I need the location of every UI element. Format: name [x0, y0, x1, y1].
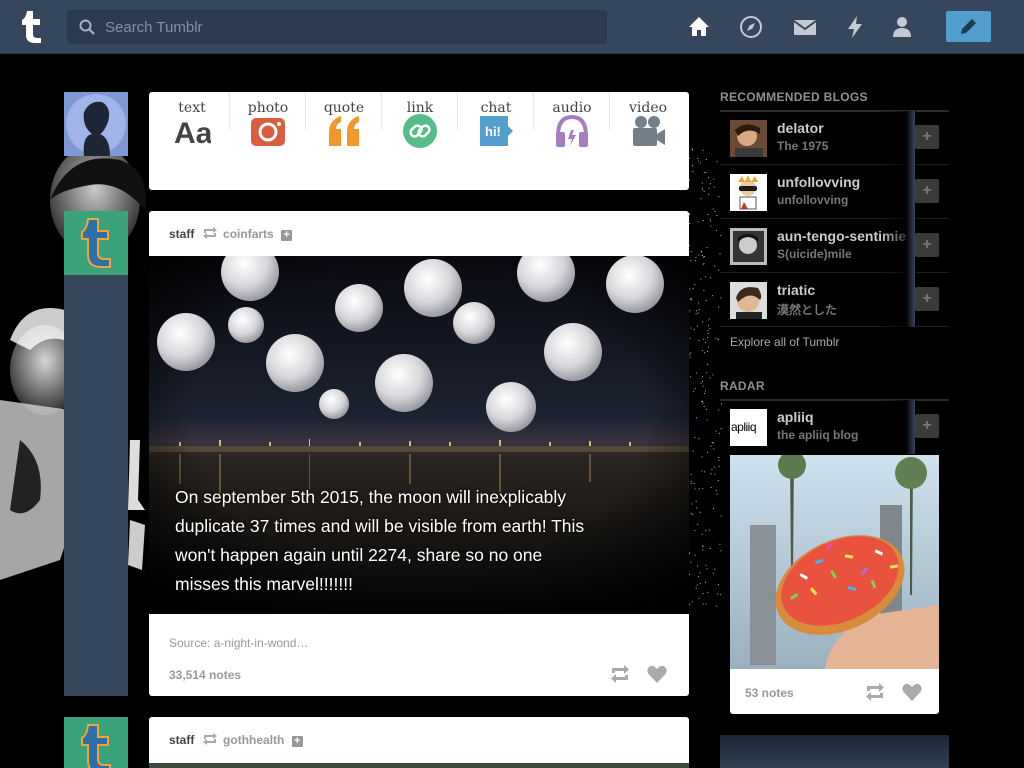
- post-photo[interactable]: On september 5th 2015, the moon will ine…: [149, 256, 689, 614]
- radar-notes-count[interactable]: 53 notes: [745, 686, 794, 700]
- post-author-link[interactable]: staff: [169, 733, 194, 747]
- reblogged-from-link[interactable]: gothhealth: [223, 733, 284, 747]
- post-text-button[interactable]: text Aa: [154, 92, 230, 190]
- recommended-blogs-heading: RECOMMENDED BLOGS: [720, 90, 949, 112]
- radar-avatar-text: apliiq: [731, 420, 757, 434]
- post-photo[interactable]: [149, 763, 689, 768]
- post-header: staff coinfarts +: [169, 227, 293, 243]
- reblogged-from-link[interactable]: coinfarts: [223, 227, 274, 241]
- post-source-link[interactable]: Source: a-night-in-wond…: [169, 636, 308, 650]
- reblog-small-icon: [202, 227, 217, 239]
- recommended-blog-item[interactable]: unfollovving unfollovving +: [720, 165, 949, 219]
- dashboard-post: staff coinfarts + On september 5th 2015,…: [149, 211, 689, 696]
- post-video-button[interactable]: video: [610, 92, 686, 190]
- post-author-link[interactable]: staff: [169, 227, 194, 241]
- radar-blog-item[interactable]: apliiq apliiq the apliiq blog +: [720, 400, 949, 454]
- like-heart-icon[interactable]: [901, 681, 923, 703]
- search-box[interactable]: [67, 10, 607, 44]
- search-input[interactable]: [105, 10, 595, 44]
- post-link-button[interactable]: link: [382, 92, 458, 190]
- post-chat-button[interactable]: chat hi!: [458, 92, 534, 190]
- inbox-icon[interactable]: [792, 14, 818, 40]
- starfield-decoration: [686, 148, 722, 608]
- user-avatar[interactable]: [64, 92, 128, 156]
- post-caption: On september 5th 2015, the moon will ine…: [175, 487, 585, 594]
- recommended-blog-item[interactable]: delator The 1975 +: [720, 111, 949, 165]
- follow-button[interactable]: +: [915, 179, 939, 203]
- pencil-icon: [961, 19, 976, 34]
- activity-icon[interactable]: [842, 14, 868, 40]
- follow-button[interactable]: +: [915, 287, 939, 311]
- staff-avatar-rail: [64, 275, 128, 696]
- chat-icon: hi!: [480, 116, 513, 146]
- account-icon[interactable]: [889, 14, 915, 40]
- home-icon[interactable]: [686, 14, 712, 40]
- staff-avatar[interactable]: [64, 717, 128, 768]
- blog-avatar[interactable]: [730, 174, 767, 211]
- post-notes-count[interactable]: 33,514 notes: [169, 668, 241, 682]
- post-audio-button[interactable]: audio: [534, 92, 610, 190]
- reblog-icon[interactable]: [864, 681, 886, 703]
- follow-button[interactable]: +: [915, 125, 939, 149]
- reblog-small-icon: [202, 733, 217, 745]
- radar-heading: RADAR: [720, 379, 949, 401]
- camera-icon: [251, 118, 285, 146]
- recommended-blog-item[interactable]: aun-tengo-sentimientos S(uicide)mile +: [720, 219, 949, 273]
- text-icon: Aa: [174, 117, 211, 148]
- follow-button[interactable]: +: [915, 414, 939, 438]
- link-icon: [403, 114, 437, 148]
- post-quote-button[interactable]: quote: [306, 92, 382, 190]
- radar-post-actions: [864, 681, 924, 703]
- follow-button[interactable]: +: [915, 233, 939, 257]
- compose-button[interactable]: [946, 11, 991, 42]
- recommended-blog-item[interactable]: triatic 漠然とした +: [720, 273, 949, 327]
- post-photo-button[interactable]: photo: [230, 92, 306, 190]
- post-type-composer: text Aa photo quote link chat hi! audio …: [149, 92, 689, 190]
- radar-post-photo[interactable]: [730, 455, 939, 669]
- dashboard-post: staff gothhealth +: [149, 717, 689, 768]
- quote-icon: [329, 116, 359, 146]
- search-icon: [79, 19, 95, 35]
- like-heart-icon[interactable]: [646, 663, 668, 685]
- sidebar-bottom-panel: [720, 735, 949, 768]
- blog-avatar[interactable]: [730, 120, 767, 157]
- reblog-icon[interactable]: [609, 663, 631, 685]
- staff-avatar[interactable]: [64, 211, 128, 275]
- post-header: staff gothhealth +: [169, 733, 303, 749]
- tumblr-logo-icon[interactable]: [18, 9, 48, 45]
- explore-icon[interactable]: [738, 14, 764, 40]
- svg-text:Aa: Aa: [174, 117, 211, 148]
- radar-post-card: 53 notes: [730, 455, 939, 714]
- follow-plus-icon[interactable]: +: [281, 230, 293, 241]
- post-actions: [609, 663, 669, 685]
- video-camera-icon: [633, 116, 665, 146]
- blog-avatar[interactable]: [730, 228, 767, 265]
- svg-text:hi!: hi!: [485, 124, 501, 139]
- blog-avatar[interactable]: [730, 282, 767, 319]
- top-navigation-bar: [0, 0, 1024, 54]
- follow-plus-icon[interactable]: +: [291, 736, 303, 747]
- headphones-icon: [556, 114, 588, 147]
- explore-all-link[interactable]: Explore all of Tumblr: [730, 335, 839, 349]
